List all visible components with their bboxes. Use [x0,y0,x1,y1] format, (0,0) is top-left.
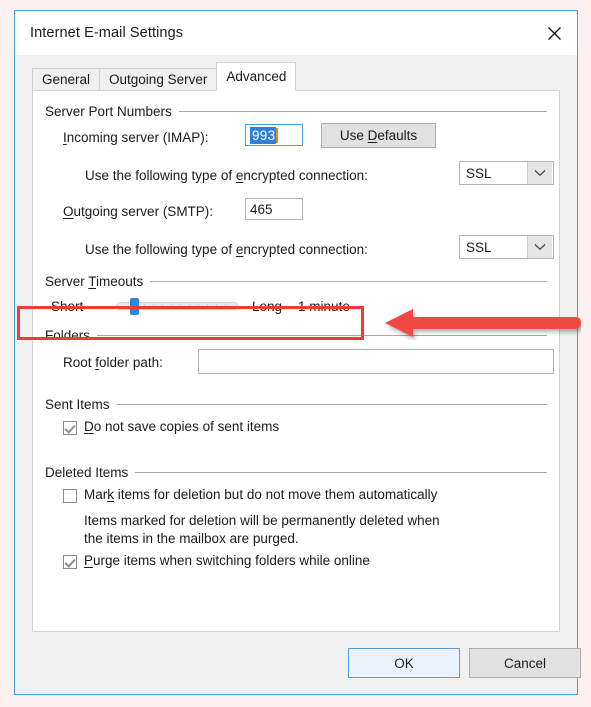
root-folder-path-label: Root folder path: [63,354,163,370]
outgoing-encryption-combobox[interactable]: SSL [459,235,554,259]
group-divider [150,280,547,282]
chevron-down-glyph [534,244,546,251]
chevron-down-icon[interactable] [527,236,552,258]
group-header-server-timeouts: Server Timeouts [45,273,547,289]
incoming-server-row: Incoming server (IMAP): [63,125,209,149]
tab-advanced[interactable]: Advanced [216,62,297,91]
group-title-folders: Folders [45,327,91,343]
group-divider [97,334,547,336]
group-header-sent-items: Sent Items [45,396,547,412]
use-defaults-button[interactable]: Use Defaults [321,123,436,148]
server-timeouts-row: Short Long 1 minute [51,295,350,317]
group-deleted-items: Deleted Items [45,464,547,480]
outgoing-server-label: Outgoing server (SMTP): [63,203,214,219]
checkbox-label: Mark items for deletion but do not move … [84,487,438,502]
group-title-deleted-items: Deleted Items [45,464,129,480]
tab-general[interactable]: General [32,68,101,90]
incoming-encryption-value: SSL [466,165,492,181]
slider-tick [180,304,181,308]
incoming-encryption-combobox[interactable]: SSL [459,161,554,185]
slider-tick [216,304,217,308]
group-divider [135,471,547,473]
deleted-items-note-line-2: the items in the mailbox are purged. [84,531,299,546]
slider-tick [207,304,208,308]
checkbox-box[interactable] [63,555,77,569]
incoming-encryption-label: Use the following type of encrypted conn… [85,167,368,183]
slider-tick [189,304,190,308]
group-header-server-port-numbers: Server Port Numbers [45,103,547,119]
slider-tick [171,304,172,308]
chevron-down-icon[interactable] [527,162,552,184]
checkbox-box[interactable] [63,421,77,435]
group-server-port-numbers: Server Port Numbers [45,103,547,119]
incoming-server-label: Incoming server (IMAP): [63,129,209,145]
use-defaults-label: Use Defaults [339,128,418,143]
outgoing-encryption-label: Use the following type of encrypted conn… [85,241,368,257]
root-folder-path-input[interactable] [198,349,554,374]
close-icon[interactable] [531,11,577,55]
checkbox-purge-items-switching-folders[interactable]: Purge items when switching folders while… [63,553,370,569]
slider-thumb[interactable] [130,298,139,315]
outgoing-encryption-label-row: Use the following type of encrypted conn… [85,237,368,261]
incoming-server-port-value: 993 [250,126,277,144]
outgoing-server-row: Outgoing server (SMTP): [63,199,213,223]
cancel-button-label: Cancel [503,655,547,671]
timeout-short-label: Short [51,298,84,314]
incoming-encryption-label-row: Use the following type of encrypted conn… [85,163,368,187]
group-sent-items: Sent Items [45,396,547,412]
slider-tick [153,304,154,308]
root-folder-path-row: Root folder path: [63,350,163,374]
dialog-body: General Outgoing Server Advanced Server … [15,55,581,694]
window-title: Internet E-mail Settings [30,25,184,41]
title-bar: Internet E-mail Settings [15,11,577,55]
checkbox-mark-items-for-deletion[interactable]: Mark items for deletion but do not move … [63,487,437,503]
group-divider [178,110,547,112]
group-title-server-port-numbers: Server Port Numbers [45,103,172,119]
outgoing-server-port-input[interactable]: 465 [245,198,303,220]
deleted-items-note: Items marked for deletion will be perman… [84,512,440,548]
chevron-down-glyph [534,170,546,177]
timeout-slider[interactable] [116,295,238,317]
text-caret [276,127,279,143]
checkbox-box[interactable] [63,489,77,503]
checkbox-label: Purge items when switching folders while… [84,553,370,568]
tab-outgoing-server[interactable]: Outgoing Server [99,68,218,90]
group-header-deleted-items: Deleted Items [45,464,547,480]
checkbox-do-not-save-sent-items[interactable]: Do not save copies of sent items [63,419,279,435]
timeout-long-label: Long [252,298,283,314]
ok-button-label: OK [394,655,414,671]
slider-tick [198,304,199,308]
slider-tick [144,304,145,308]
close-glyph [547,26,561,40]
group-title-server-timeouts: Server Timeouts [45,273,144,289]
dialog-footer: OK Cancel [15,632,581,694]
ok-button[interactable]: OK [348,648,460,678]
slider-tick [225,304,226,308]
group-header-folders: Folders [45,327,547,343]
group-divider [116,403,547,405]
advanced-tab-page: Server Port Numbers Incoming server (IMA… [32,90,560,632]
incoming-server-port-input[interactable]: 993 [245,124,303,146]
checkbox-label: Do not save copies of sent items [84,419,280,434]
slider-tick [162,304,163,308]
cancel-button[interactable]: Cancel [469,648,581,678]
outgoing-encryption-value: SSL [466,239,492,255]
outgoing-server-port-value: 465 [250,201,273,217]
group-title-sent-items: Sent Items [45,396,110,412]
internet-email-settings-dialog: Internet E-mail Settings General Outgoin… [14,10,581,695]
deleted-items-note-line-1: Items marked for deletion will be perman… [84,513,440,528]
group-folders: Folders [45,327,547,343]
timeout-value-label: 1 minute [298,298,350,314]
tab-strip: General Outgoing Server Advanced [32,61,577,91]
group-server-timeouts: Server Timeouts [45,273,547,289]
